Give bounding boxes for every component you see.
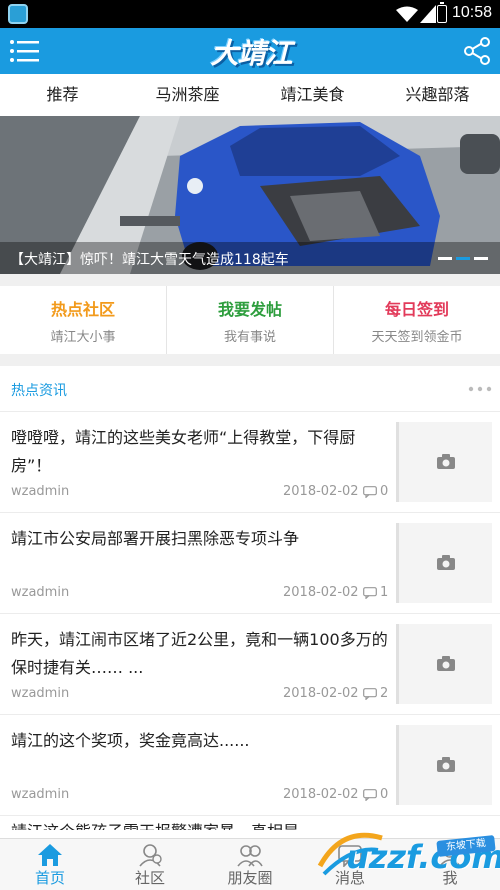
- banner-indicator: [438, 257, 488, 260]
- app-header: 大靖江: [0, 28, 500, 74]
- status-bar: 10:58: [0, 0, 500, 28]
- hot-community-title: 热点社区: [50, 300, 115, 319]
- wifi-icon: [396, 6, 418, 22]
- comment-icon: [363, 789, 377, 801]
- news-list: 噔噔噔，靖江的这些美女老师“上得教堂，下得厨房”！ wzadmin 2018-0…: [0, 412, 500, 830]
- nav-community-label: 社区: [134, 869, 165, 887]
- news-thumbnail[interactable]: [396, 624, 492, 704]
- news-date: 2018-02-02: [283, 585, 359, 600]
- nav-friends[interactable]: 朋友圈: [200, 839, 300, 890]
- more-icon[interactable]: [468, 386, 492, 392]
- news-author: wzadmin: [11, 585, 70, 600]
- nav-home[interactable]: 首页: [0, 839, 100, 890]
- hot-community-link[interactable]: 热点社区 靖江大小事: [0, 286, 166, 354]
- news-comment-count: 2: [380, 686, 389, 701]
- category-tabs: 推荐 马洲茶座 靖江美食 兴趣部落: [0, 74, 500, 116]
- news-thumbnail[interactable]: [396, 422, 492, 502]
- home-icon: [38, 844, 62, 866]
- news-comment-count: 1: [380, 585, 389, 600]
- daily-checkin-link[interactable]: 每日签到 天天签到领金币: [333, 286, 500, 354]
- news-item[interactable]: 昨天，靖江闹市区堵了近2公里，竟和一辆100多万的保时捷有关…… ... wza…: [0, 614, 500, 715]
- comment-icon: [363, 688, 377, 700]
- battery-icon: [437, 2, 447, 23]
- news-thumbnail[interactable]: [396, 725, 492, 805]
- nav-community[interactable]: 社区: [100, 839, 200, 890]
- news-comment-count: 0: [380, 484, 389, 499]
- news-item[interactable]: 噔噔噔，靖江的这些美女老师“上得教堂，下得厨房”！ wzadmin 2018-0…: [0, 412, 500, 513]
- banner-caption: 【大靖江】惊吓！靖江大雪天气造成118起车: [0, 242, 500, 274]
- news-title: 靖江的这个奖项，奖金竟高达......: [11, 731, 250, 750]
- news-title: 靖江市公安局部署开展扫黑除恶专项斗争: [11, 529, 300, 548]
- community-icon: [139, 844, 162, 867]
- hot-news-header: 热点资讯: [0, 366, 500, 412]
- comment-icon: [363, 486, 377, 498]
- news-title: 噔噔噔，靖江的这些美女老师“上得教堂，下得厨房”！: [11, 428, 356, 475]
- banner-caption-text: 【大靖江】惊吓！靖江大雪天气造成118起车: [10, 252, 289, 268]
- tab-interest-tribe[interactable]: 兴趣部落: [375, 74, 500, 116]
- nav-home-label: 首页: [34, 869, 65, 887]
- divider: [0, 274, 500, 286]
- comment-icon: [363, 587, 377, 599]
- new-post-subtitle: 我有事说: [223, 330, 276, 345]
- camera-icon: [437, 555, 455, 570]
- menu-icon[interactable]: [8, 34, 42, 68]
- daily-checkin-title: 每日签到: [384, 300, 449, 319]
- new-post-link[interactable]: 我要发帖 我有事说: [166, 286, 333, 354]
- news-item[interactable]: 靖江的这个奖项，奖金竟高达...... wzadmin 2018-02-02 0: [0, 715, 500, 816]
- friends-icon: [237, 845, 263, 867]
- news-author: wzadmin: [11, 686, 70, 701]
- news-thumbnail[interactable]: [396, 523, 492, 603]
- news-author: wzadmin: [11, 484, 70, 499]
- hot-community-subtitle: 靖江大小事: [50, 330, 116, 345]
- camera-icon: [437, 656, 455, 671]
- app-logo: 大靖江: [210, 37, 292, 70]
- camera-icon: [437, 454, 455, 469]
- new-post-title: 我要发帖: [217, 300, 282, 319]
- divider: [0, 354, 500, 366]
- news-date: 2018-02-02: [283, 484, 359, 499]
- news-item[interactable]: 靖江市公安局部署开展扫黑除恶专项斗争 wzadmin 2018-02-02 1: [0, 513, 500, 614]
- banner-dot-active[interactable]: [456, 257, 470, 260]
- news-comment-count: 0: [380, 787, 389, 802]
- section-title: 热点资讯: [11, 383, 67, 399]
- share-icon[interactable]: [460, 34, 494, 68]
- news-date: 2018-02-02: [283, 686, 359, 701]
- banner-carousel[interactable]: 【大靖江】惊吓！靖江大雪天气造成118起车: [0, 116, 500, 274]
- tab-jingjiang-food[interactable]: 靖江美食: [250, 74, 375, 116]
- camera-icon: [437, 757, 455, 772]
- news-author: wzadmin: [11, 787, 70, 802]
- nav-friends-label: 朋友圈: [227, 869, 273, 887]
- app-screen: 10:58 大靖江 推荐 马洲茶座 靖江美食 兴趣部落 【大靖江】惊吓！靖江大雪…: [0, 0, 500, 890]
- banner-dot[interactable]: [474, 257, 488, 260]
- status-time: 10:58: [452, 4, 493, 21]
- quick-links: 热点社区 靖江大小事 我要发帖 我有事说 每日签到 天天签到领金币: [0, 286, 500, 354]
- daily-checkin-subtitle: 天天签到领金币: [371, 330, 463, 345]
- app-notification-icon: [8, 4, 28, 24]
- news-date: 2018-02-02: [283, 787, 359, 802]
- banner-dot[interactable]: [438, 257, 452, 260]
- tab-mazhou-teahouse[interactable]: 马洲茶座: [125, 74, 250, 116]
- tab-recommend[interactable]: 推荐: [0, 74, 125, 116]
- news-title: 昨天，靖江闹市区堵了近2公里，竟和一辆100多万的保时捷有关…… ...: [11, 630, 388, 677]
- signal-icon: [420, 5, 436, 23]
